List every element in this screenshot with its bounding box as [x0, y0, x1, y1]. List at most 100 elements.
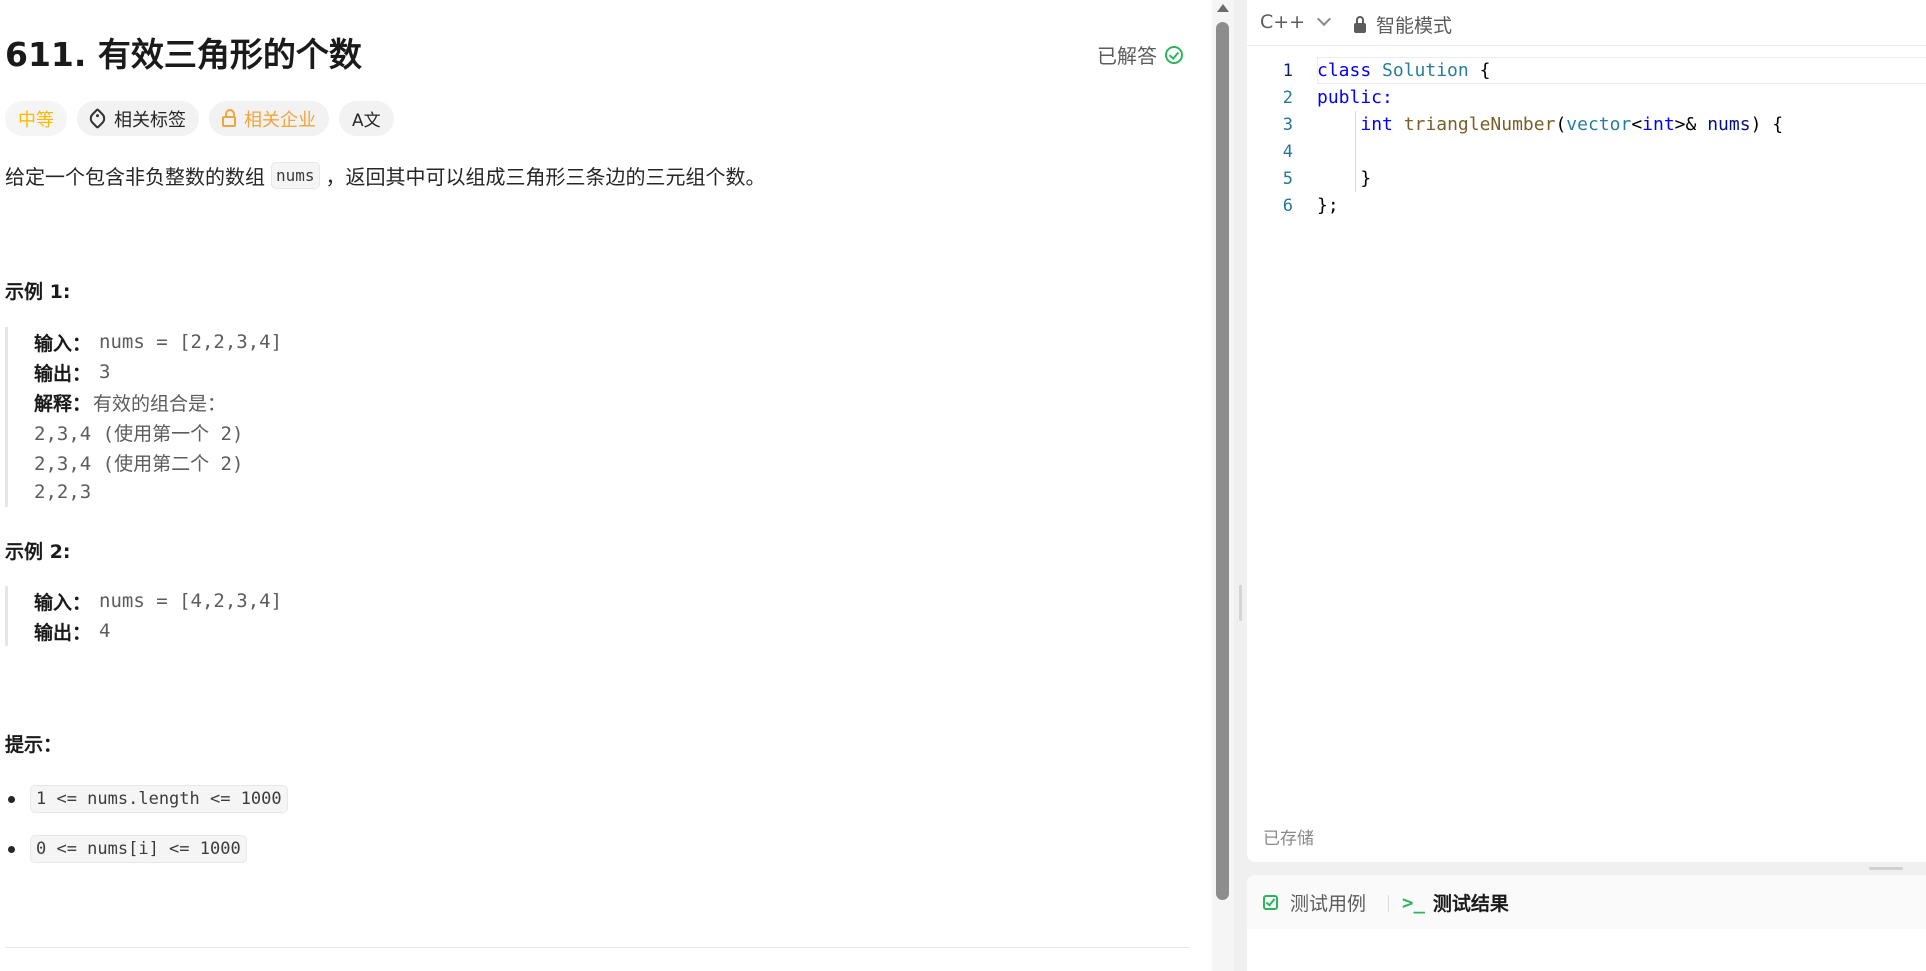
constraint-item: 1 <= nums.length <= 1000 [5, 785, 288, 813]
description-text: 给定一个包含非负整数的数组 [5, 165, 265, 189]
code-token: { [1468, 60, 1491, 81]
tab-testcase-label: 测试用例 [1290, 893, 1367, 915]
language-select[interactable]: C++ [1260, 11, 1332, 33]
explain-line-text: 2,3,4 (使用第二个 2) [34, 452, 244, 475]
code-token: & [1685, 114, 1708, 135]
input-value: nums = [4,2,3,4] [99, 590, 283, 612]
example-2-heading: 示例 2: [5, 541, 71, 563]
editor-toolbar: C++ 智能模式 [1247, 0, 1926, 46]
bullet-dot [8, 845, 15, 853]
language-label: C++ [1260, 11, 1306, 33]
code-line: 6}; [1247, 192, 1926, 219]
code-token: public: [1317, 87, 1393, 108]
code-line: 3 int triangleNumber(vector < int > & nums) … [1247, 111, 1926, 138]
code-token: int [1360, 114, 1393, 135]
tab-test-result-label: 测试结果 [1432, 893, 1509, 915]
code-line: 5 } [1247, 165, 1926, 192]
inline-code: nums [271, 162, 320, 189]
example-output: 输出： 4 [34, 616, 282, 646]
output-value: 3 [99, 361, 111, 383]
tab-testcase[interactable]: 测试用例 [1263, 889, 1366, 916]
code-token: > [1674, 114, 1686, 135]
checkbox-icon [1263, 895, 1278, 910]
constraint-code: 1 <= nums.length <= 1000 [30, 785, 288, 813]
editor-panel: C++ 智能模式 1 class Solution { 2 public: 3 in… [1247, 0, 1926, 971]
output-label: 输出： [34, 621, 92, 644]
lock-icon [1354, 15, 1366, 33]
code-line: 4 [1247, 138, 1926, 165]
scrollbar[interactable] [1212, 0, 1234, 971]
code-token: class [1317, 60, 1372, 81]
line-number: 6 [1282, 195, 1293, 216]
lock-icon [222, 109, 236, 127]
difficulty-badge: 中等 [5, 101, 67, 136]
line-number: 4 [1282, 141, 1293, 162]
related-companies-button[interactable]: 相关企业 [209, 101, 329, 136]
bullet-dot [8, 795, 15, 803]
smart-mode-toggle[interactable]: 智能模式 [1354, 11, 1452, 38]
mode-label: 智能模式 [1376, 15, 1453, 37]
solved-label: 已解答 [1097, 44, 1157, 68]
code-token: }; [1317, 195, 1339, 216]
related-tags-label: 相关标签 [114, 109, 186, 131]
panel-resize-handle[interactable] [1234, 0, 1247, 971]
terminal-icon: >_ [1402, 891, 1425, 914]
code-line: 2 public: [1247, 84, 1926, 111]
line-number: 5 [1282, 168, 1293, 189]
example-input: 输入： nums = [4,2,3,4] [34, 586, 282, 616]
problem-description: 给定一个包含非负整数的数组 nums ，返回其中可以组成三角形三条边的三元组个数… [5, 161, 766, 190]
related-companies-label: 相关企业 [244, 109, 316, 131]
tab-separator [1388, 895, 1389, 912]
line-number: 2 [1282, 87, 1293, 108]
example-input: 输入： nums = [2,2,3,4] [34, 327, 282, 357]
code-token: } [1360, 168, 1372, 189]
code-token: ( [1555, 114, 1567, 135]
code-area[interactable]: 1 class Solution { 2 public: 3 int triangl… [1247, 57, 1926, 219]
divider-line [5, 947, 1190, 948]
code-line: 1 class Solution { [1247, 57, 1926, 84]
code-token: int [1642, 114, 1675, 135]
line-number: 1 [1282, 60, 1293, 81]
solved-status: 已解答 [1097, 40, 1183, 69]
save-status: 已存储 [1263, 829, 1314, 849]
input-label: 输入： [34, 332, 92, 355]
output-value: 4 [99, 620, 111, 642]
code-editor[interactable]: C++ 智能模式 1 class Solution { 2 public: 3 in… [1247, 0, 1926, 862]
input-value: nums = [2,2,3,4] [99, 331, 283, 353]
check-circle-icon [1165, 45, 1183, 64]
input-label: 输入： [34, 591, 92, 614]
console-panel: 测试用例 >_ 测试结果 [1247, 875, 1926, 971]
code-token: Solution [1382, 60, 1469, 81]
constraint-item: 0 <= nums[i] <= 1000 [5, 835, 247, 863]
tag-row: 中等 相关标签 相关企业 A文 [5, 101, 394, 136]
explain-line-text: 2,2,3 [34, 481, 92, 503]
code-token: < [1631, 114, 1643, 135]
explain-text: 有效的组合是： [93, 392, 227, 415]
code-token: triangleNumber [1403, 114, 1556, 135]
explain-label: 解释： [34, 392, 92, 415]
explain-line: 2,2,3 [34, 477, 282, 507]
vertical-resize-handle[interactable] [1869, 867, 1903, 870]
translate-icon: A文 [352, 111, 381, 131]
example-2-block: 输入： nums = [4,2,3,4] 输出： 4 [5, 586, 282, 646]
code-token: vector [1566, 114, 1632, 135]
constraints-heading: 提示： [5, 734, 63, 756]
example-explanation: 解释： 有效的组合是： [34, 387, 282, 417]
related-tags-button[interactable]: 相关标签 [77, 101, 199, 136]
scrollbar-thumb[interactable] [1216, 22, 1229, 900]
explain-line: 2,3,4 (使用第二个 2) [34, 447, 282, 477]
translate-button[interactable]: A文 [339, 101, 394, 136]
description-text-end: ，返回其中可以组成三角形三条边的三元组个数。 [325, 165, 766, 189]
output-label: 输出： [34, 362, 92, 385]
code-token: ) { [1750, 114, 1784, 135]
scroll-up-arrow-icon[interactable] [1217, 4, 1229, 12]
tag-icon [86, 107, 109, 130]
code-token: nums [1707, 114, 1751, 135]
tab-test-result[interactable]: >_ 测试结果 [1402, 889, 1509, 916]
constraint-code: 0 <= nums[i] <= 1000 [30, 835, 247, 863]
problem-panel: 611. 有效三角形的个数 已解答 中等 相关标签 相关企业 A文 给定一个包含… [0, 0, 1212, 971]
